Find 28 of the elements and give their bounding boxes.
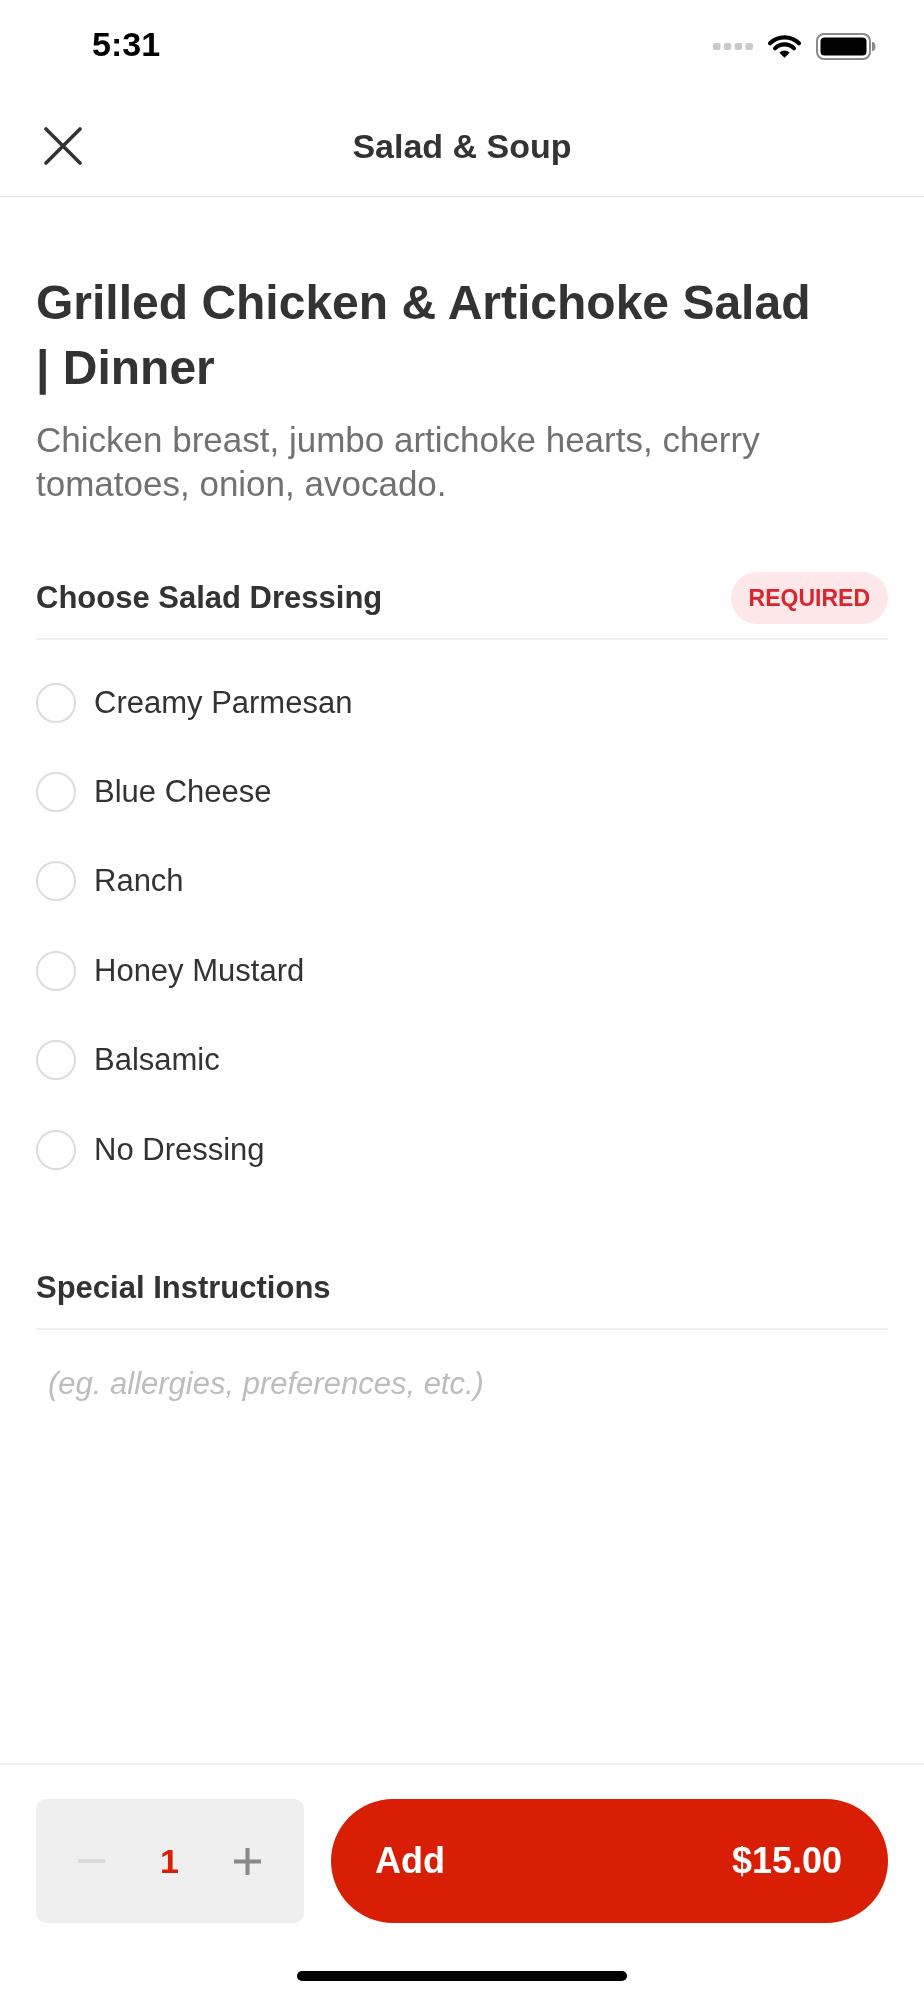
- quantity-value: 1: [160, 1841, 179, 1881]
- option-label[interactable]: Creamy Parmesan: [94, 684, 353, 721]
- signal-icon: [713, 42, 753, 50]
- add-button[interactable]: Add $15.00: [331, 1799, 888, 1923]
- item-title: Grilled Chicken & Artichoke Salad | Dinner: [36, 275, 812, 397]
- price-text: $15.00: [731, 1840, 842, 1882]
- radio-button[interactable]: [36, 1040, 76, 1081]
- battery-icon: [816, 32, 876, 60]
- wifi-icon: [767, 34, 802, 58]
- option-label[interactable]: Honey Mustard: [94, 952, 305, 989]
- close-icon[interactable]: [44, 127, 82, 165]
- status-time: 5:31: [92, 24, 161, 64]
- radio-button[interactable]: [36, 950, 76, 991]
- option-label[interactable]: Ranch: [94, 863, 184, 900]
- nav-title: Salad & Soup: [352, 126, 572, 166]
- radio-button[interactable]: [36, 861, 76, 902]
- option-label[interactable]: No Dressing: [94, 1131, 265, 1168]
- option-label[interactable]: Blue Cheese: [94, 774, 272, 811]
- option-label[interactable]: Balsamic: [94, 1042, 220, 1079]
- item-description: Chicken breast, jumbo artichoke hearts, cherry tomatoes, onion, avocado.: [36, 419, 761, 505]
- radio-button[interactable]: [36, 1129, 76, 1170]
- required-badge: REQUIRED: [730, 572, 888, 624]
- section-title: Choose Salad Dressing: [36, 580, 383, 616]
- radio-button[interactable]: [36, 772, 76, 813]
- section-title: Special Instructions: [36, 1270, 331, 1307]
- plus-icon[interactable]: [234, 1847, 261, 1875]
- radio-button[interactable]: [36, 682, 76, 723]
- instructions-field[interactable]: (eg. allergies, preferences, etc.): [36, 1354, 888, 1415]
